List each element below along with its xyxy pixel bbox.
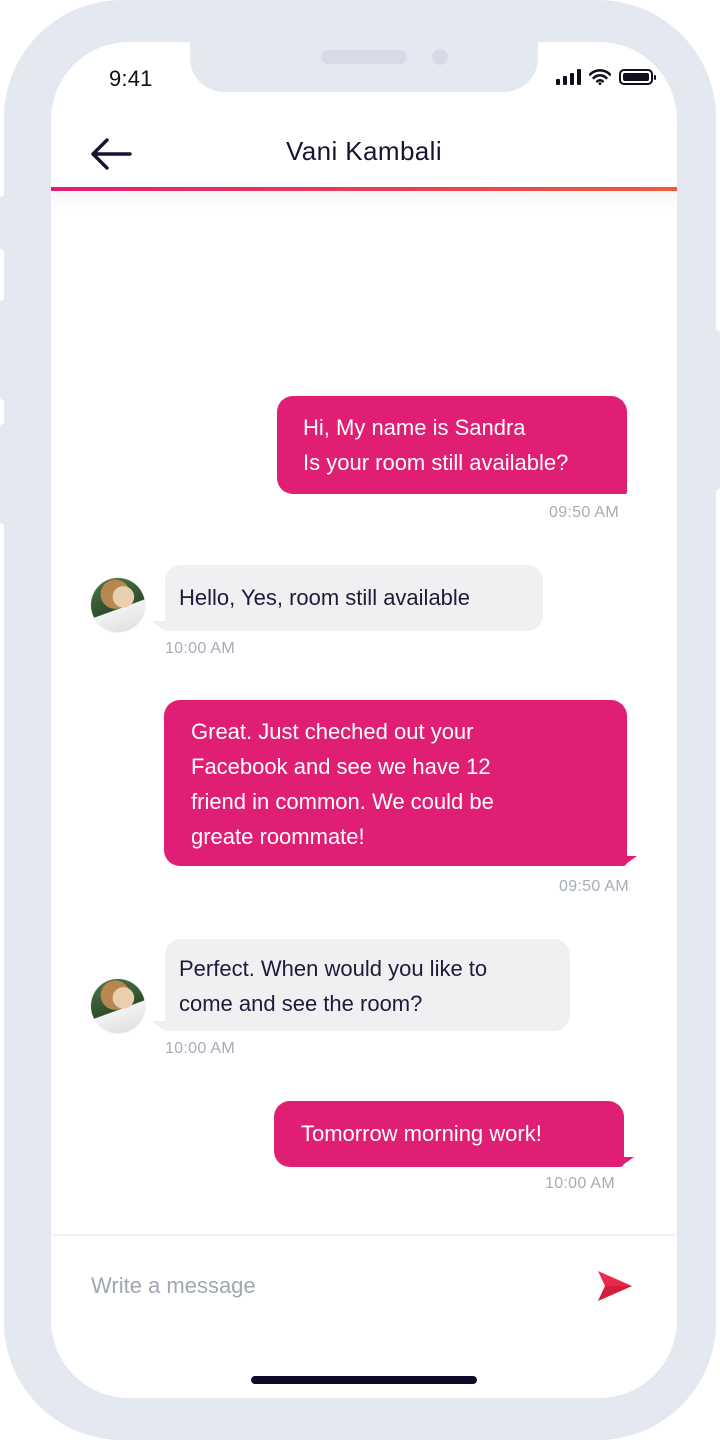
power-button	[712, 330, 720, 490]
volume-up-button	[0, 300, 8, 400]
message-text: Great. Just cheched out your	[191, 719, 474, 744]
phone-frame: 9:41 Vani Kambali Hi, My name is Sandra …	[0, 0, 720, 1440]
header-shadow	[51, 191, 677, 211]
bubble-tail	[151, 621, 165, 631]
home-indicator[interactable]	[251, 1376, 477, 1384]
screen: 9:41 Vani Kambali Hi, My name is Sandra …	[51, 42, 677, 1398]
message-timestamp: 09:50 AM	[549, 504, 620, 521]
notch	[190, 42, 538, 92]
message-text: Hi, My name is Sandra	[303, 415, 526, 440]
signal-icon	[556, 69, 581, 85]
wifi-icon	[589, 69, 611, 85]
message-composer	[51, 1234, 677, 1334]
message-text: friend in common. We could be	[191, 789, 494, 814]
status-icons	[556, 69, 656, 85]
send-button[interactable]	[595, 1268, 635, 1304]
message-bubble-outgoing[interactable]: Tomorrow morning work!	[274, 1101, 624, 1167]
avatar[interactable]	[91, 979, 145, 1033]
message-timestamp: 10:00 AM	[545, 1175, 616, 1192]
message-timestamp: 09:50 AM	[559, 878, 630, 895]
avatar[interactable]	[91, 578, 145, 632]
bubble-tail	[151, 1021, 165, 1031]
message-bubble-outgoing[interactable]: Great. Just cheched out your Facebook an…	[164, 700, 627, 866]
message-text: Perfect. When would you like to	[179, 956, 488, 981]
volume-down-button	[0, 424, 8, 524]
bubble-tail	[620, 1157, 634, 1167]
message-text: come and see the room?	[179, 991, 423, 1016]
message-timestamp: 10:00 AM	[165, 1040, 236, 1057]
chat-header: Vani Kambali	[51, 122, 677, 190]
message-bubble-incoming[interactable]: Hello, Yes, room still available	[165, 565, 543, 631]
message-text: Hello, Yes, room still available	[179, 585, 471, 610]
mute-switch	[0, 196, 8, 250]
message-timestamp: 10:00 AM	[165, 640, 236, 657]
speaker-grille	[321, 50, 407, 64]
message-input[interactable]	[91, 1266, 571, 1306]
contact-name: Vani Kambali	[285, 136, 443, 166]
battery-icon	[619, 69, 656, 85]
front-camera	[432, 49, 448, 65]
message-text: Is your room still available?	[303, 450, 569, 475]
send-icon	[598, 1271, 632, 1301]
status-time: 9:41	[109, 66, 153, 91]
message-text: Facebook and see we have 12	[191, 754, 491, 779]
message-text: Tomorrow morning work!	[301, 1121, 542, 1146]
message-bubble-outgoing[interactable]: Hi, My name is Sandra Is your room still…	[277, 396, 627, 494]
message-text: greate roommate!	[191, 824, 365, 849]
bubble-tail	[623, 856, 637, 866]
message-bubble-incoming[interactable]: Perfect. When would you like to come and…	[165, 939, 570, 1031]
